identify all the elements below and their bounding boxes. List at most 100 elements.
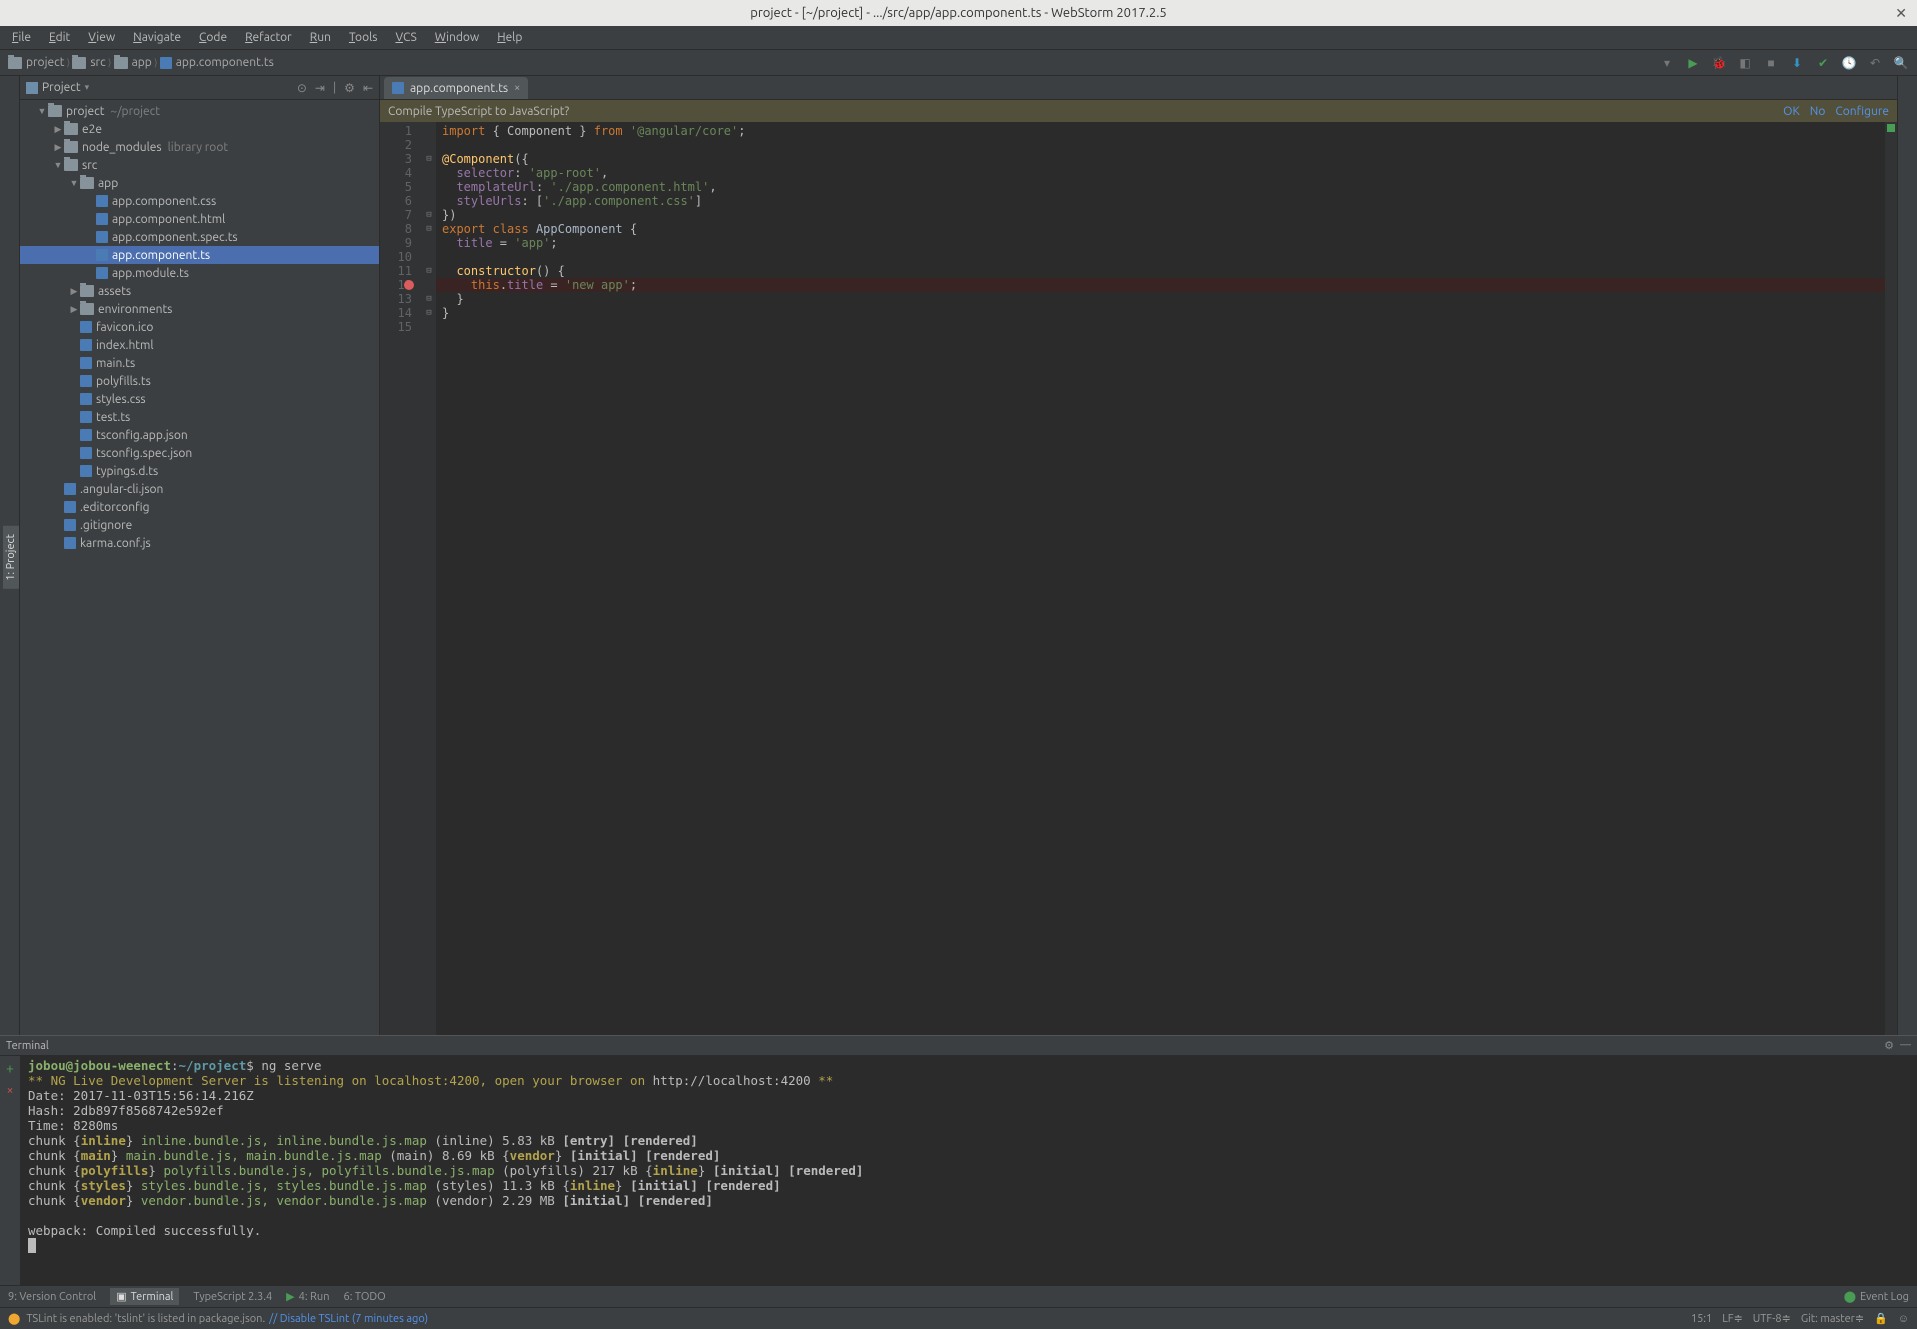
terminal-output[interactable]: jobou@jobou-weenect:~/project$ ng serve …	[20, 1056, 1917, 1285]
run-config-dropdown[interactable]: ▾	[1659, 55, 1675, 71]
code-editor[interactable]: 123456789101112131415 ⊟⊟⊟⊟⊟⊟ import { Co…	[380, 122, 1897, 1035]
git-branch[interactable]: Git: master≑	[1801, 1312, 1864, 1325]
tree-label: polyfills.ts	[96, 375, 151, 388]
ts-icon	[80, 447, 92, 459]
tree-twisty[interactable]: ▼	[68, 178, 80, 188]
menu-help[interactable]: Help	[489, 29, 530, 46]
bottom-tab-9--version-control[interactable]: 9: Version Control	[8, 1291, 96, 1303]
tree-twisty[interactable]: ▶	[68, 286, 80, 297]
tree-item-.angular-cli.json[interactable]: .angular-cli.json	[20, 480, 379, 498]
tree-item-app.component.ts[interactable]: app.component.ts	[20, 246, 379, 264]
hide-icon[interactable]: ⇤	[363, 81, 373, 95]
run-button[interactable]: ▶	[1685, 55, 1701, 71]
ts-icon	[80, 375, 92, 387]
menu-view[interactable]: View	[80, 29, 123, 46]
tree-item-.gitignore[interactable]: .gitignore	[20, 516, 379, 534]
code-content[interactable]: import { Component } from '@angular/core…	[436, 122, 1885, 1035]
undo-icon[interactable]: ↶	[1867, 55, 1883, 71]
menu-vcs[interactable]: VCS	[387, 29, 424, 46]
breakpoint-icon[interactable]	[404, 280, 414, 290]
tree-item-main.ts[interactable]: main.ts	[20, 354, 379, 372]
bottom-tab-4--run[interactable]: ▶ 4: Run	[286, 1290, 329, 1303]
menu-window[interactable]: Window	[427, 29, 487, 46]
breadcrumb-app[interactable]: app	[114, 56, 152, 69]
breadcrumb-app.component.ts[interactable]: app.component.ts	[160, 56, 274, 69]
tree-item-.editorconfig[interactable]: .editorconfig	[20, 498, 379, 516]
tree-item-karma.conf.js[interactable]: karma.conf.js	[20, 534, 379, 552]
search-icon[interactable]: 🔍	[1893, 55, 1909, 71]
collapse-icon[interactable]: ⇥	[315, 81, 325, 95]
tree-item-node_modules[interactable]: ▶node_moduleslibrary root	[20, 138, 379, 156]
menu-run[interactable]: Run	[302, 29, 339, 46]
project-panel-title[interactable]: Project ▾	[26, 81, 89, 94]
coverage-button[interactable]: ◧	[1737, 55, 1753, 71]
tool-tab-structure[interactable]: 7: Structure	[0, 521, 3, 595]
editor-minimap[interactable]	[1885, 122, 1897, 1035]
breadcrumb-src[interactable]: src	[72, 56, 105, 69]
lock-icon[interactable]: 🔒	[1874, 1312, 1888, 1325]
window-close-button[interactable]: ✕	[1895, 5, 1907, 22]
tree-item-tsconfig.spec.json[interactable]: tsconfig.spec.json	[20, 444, 379, 462]
tree-item-typings.d.ts[interactable]: typings.d.ts	[20, 462, 379, 480]
autoscroll-icon[interactable]: ⊙	[297, 81, 307, 95]
menu-file[interactable]: File	[4, 29, 39, 46]
terminal-icon: ▣	[116, 1290, 126, 1303]
tree-item-e2e[interactable]: ▶e2e	[20, 120, 379, 138]
tree-item-app[interactable]: ▼app	[20, 174, 379, 192]
editor-tab[interactable]: app.component.ts ×	[384, 77, 528, 99]
tree-item-app.component.css[interactable]: app.component.css	[20, 192, 379, 210]
menu-refactor[interactable]: Refactor	[237, 29, 300, 46]
tree-twisty[interactable]: ▶	[52, 142, 64, 153]
tool-tab-project[interactable]: 1: Project	[3, 526, 19, 589]
tree-item-app.module.ts[interactable]: app.module.ts	[20, 264, 379, 282]
line-separator[interactable]: LF≑	[1722, 1312, 1743, 1325]
close-terminal-icon[interactable]: ×	[7, 1084, 14, 1097]
tree-item-styles.css[interactable]: styles.css	[20, 390, 379, 408]
bottom-tab-6--todo[interactable]: 6: TODO	[343, 1291, 385, 1303]
tree-twisty[interactable]: ▼	[36, 106, 48, 116]
stop-button[interactable]: ■	[1763, 55, 1779, 71]
menu-tools[interactable]: Tools	[341, 29, 386, 46]
folder-icon	[64, 159, 78, 171]
hide-terminal-icon[interactable]: —	[1900, 1039, 1911, 1052]
tree-item-environments[interactable]: ▶environments	[20, 300, 379, 318]
vcs-update-icon[interactable]: ⬇	[1789, 55, 1805, 71]
disable-tslint-link[interactable]: // Disable TSLint (7 minutes ago)	[269, 1313, 428, 1325]
vcs-history-icon[interactable]: 🕓	[1841, 55, 1857, 71]
tree-twisty[interactable]: ▶	[52, 124, 64, 135]
fold-gutter[interactable]: ⊟⊟⊟⊟⊟⊟	[422, 122, 436, 1035]
tree-item-index.html[interactable]: index.html	[20, 336, 379, 354]
breadcrumb-project[interactable]: project	[8, 56, 64, 69]
gear-icon[interactable]: ⚙	[1884, 1039, 1894, 1052]
tree-twisty[interactable]: ▼	[52, 160, 64, 170]
tree-item-src[interactable]: ▼src	[20, 156, 379, 174]
compile-ok-link[interactable]: OK	[1783, 105, 1800, 118]
gear-icon[interactable]: ⚙	[344, 81, 355, 95]
tree-item-tsconfig.app.json[interactable]: tsconfig.app.json	[20, 426, 379, 444]
bottom-tab-typescript-2-3-4[interactable]: TypeScript 2.3.4	[193, 1291, 272, 1303]
menu-navigate[interactable]: Navigate	[125, 29, 189, 46]
tree-label: node_modules	[82, 141, 162, 154]
debug-button[interactable]: 🐞	[1711, 55, 1727, 71]
compile-configure-link[interactable]: Configure	[1835, 105, 1889, 118]
compile-no-link[interactable]: No	[1810, 105, 1826, 118]
hector-icon[interactable]: ☺	[1898, 1313, 1909, 1325]
tree-item-app.component.spec.ts[interactable]: app.component.spec.ts	[20, 228, 379, 246]
bottom-tab-terminal[interactable]: ▣ Terminal	[110, 1288, 179, 1305]
vcs-commit-icon[interactable]: ✔	[1815, 55, 1831, 71]
file-encoding[interactable]: UTF-8≑	[1753, 1312, 1791, 1325]
event-log-button[interactable]: ⬤ Event Log	[1844, 1290, 1909, 1303]
close-tab-icon[interactable]: ×	[514, 82, 520, 94]
tree-item-project[interactable]: ▼project~/project	[20, 102, 379, 120]
tree-item-app.component.html[interactable]: app.component.html	[20, 210, 379, 228]
tree-twisty[interactable]: ▶	[68, 304, 80, 315]
menu-edit[interactable]: Edit	[41, 29, 78, 46]
tree-item-test.ts[interactable]: test.ts	[20, 408, 379, 426]
menu-code[interactable]: Code	[191, 29, 235, 46]
new-terminal-icon[interactable]: +	[6, 1060, 14, 1076]
folder-icon	[80, 303, 94, 315]
tree-item-favicon.ico[interactable]: favicon.ico	[20, 318, 379, 336]
project-tree[interactable]: ▼project~/project▶e2e▶node_moduleslibrar…	[20, 100, 379, 1035]
tree-item-assets[interactable]: ▶assets	[20, 282, 379, 300]
tree-item-polyfills.ts[interactable]: polyfills.ts	[20, 372, 379, 390]
